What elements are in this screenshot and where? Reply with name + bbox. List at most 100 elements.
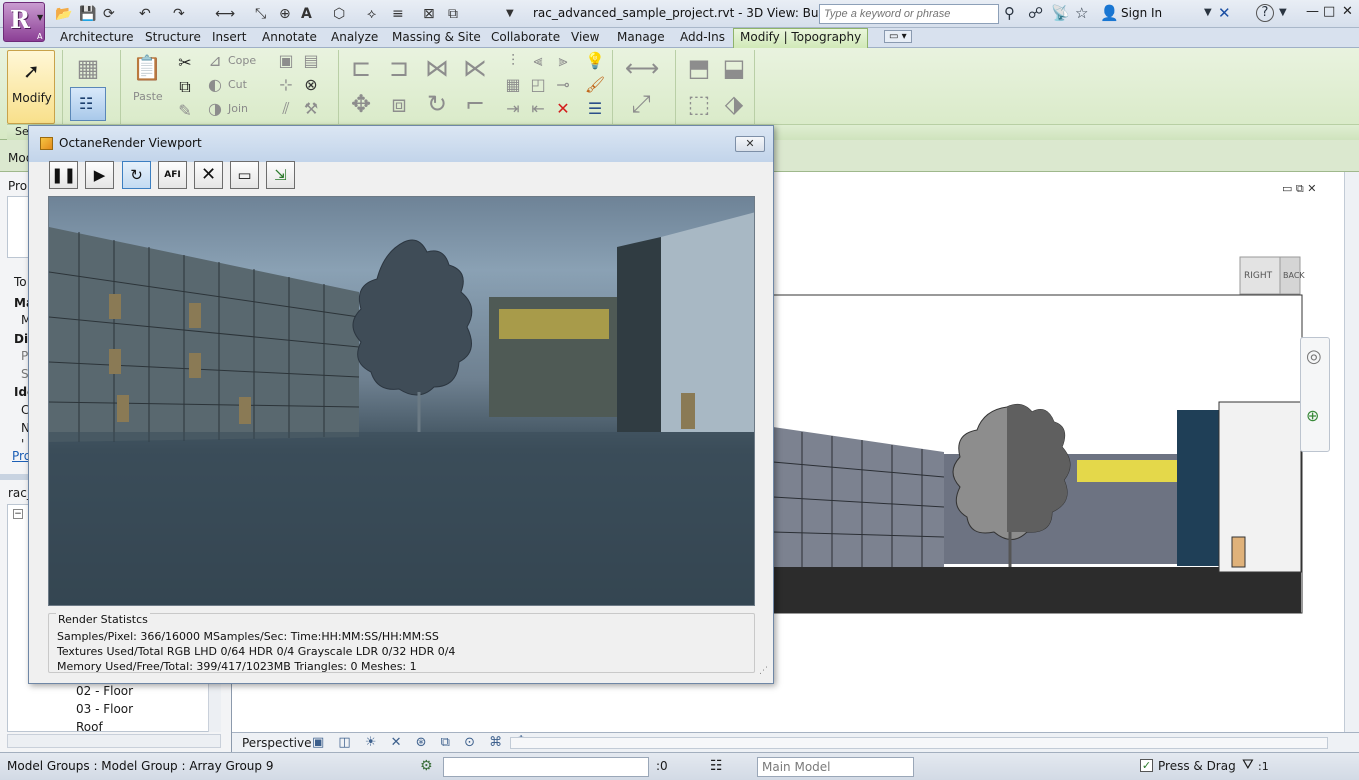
rotate-icon[interactable]: ↻ xyxy=(421,88,453,120)
join-icon[interactable]: ◑ xyxy=(204,98,226,120)
help-search-input[interactable] xyxy=(819,4,999,24)
view-control-icons[interactable]: ▣ ◫ ☀ ✕ ⊛ ⧉ ⊙ ⌘ ♁ xyxy=(312,735,531,750)
wall-joins-icon[interactable]: ⊹ xyxy=(275,74,297,96)
trim-extend-icon[interactable]: ⇥ xyxy=(502,98,524,120)
binoculars-icon[interactable]: ⚲ xyxy=(1004,4,1015,22)
workset-dropdown[interactable] xyxy=(443,757,649,777)
trim-icon[interactable]: ⌐ xyxy=(459,88,491,120)
switch-windows-icon[interactable]: ⧉ xyxy=(448,5,458,23)
sync-icon[interactable]: ⟳ xyxy=(103,5,115,23)
zoom-region-icon[interactable]: ⊕ xyxy=(1306,406,1319,425)
offset-icon[interactable]: ⚒ xyxy=(300,98,322,120)
tree-collapse-icon[interactable]: − xyxy=(13,509,23,519)
move-icon[interactable]: ✥ xyxy=(345,88,377,120)
paste-icon[interactable]: 📋 xyxy=(131,52,163,84)
steering-wheel-icon[interactable]: ◎ xyxy=(1306,346,1322,367)
align-tool-icon[interactable]: ⊏ xyxy=(345,52,377,84)
cut-label[interactable]: Cut xyxy=(228,78,247,91)
line-weight-icon[interactable]: ☰ xyxy=(584,98,606,120)
tab-annotate[interactable]: Annotate xyxy=(262,30,317,44)
view-vertical-scrollbar[interactable] xyxy=(1344,172,1359,732)
text-icon[interactable]: A xyxy=(301,5,312,23)
extend-icon[interactable]: ⇤ xyxy=(527,98,549,120)
paint-icon[interactable]: ▤ xyxy=(300,50,322,72)
tag-icon[interactable]: ⊕ xyxy=(279,5,291,23)
maximize-icon[interactable]: □ xyxy=(1323,4,1335,19)
modify-button[interactable]: ➚ Modify xyxy=(7,50,55,124)
split-gap-icon[interactable]: ⫷ xyxy=(527,50,549,72)
tree-item[interactable]: 03 - Floor xyxy=(76,702,133,716)
octane-title-bar[interactable]: OctaneRender Viewport ✕ xyxy=(29,126,773,162)
resize-grip-icon[interactable]: ⋰ xyxy=(759,666,768,676)
tab-view[interactable]: View xyxy=(571,30,599,44)
subscription-icon[interactable]: ☍ xyxy=(1028,4,1043,22)
save-icon[interactable]: 💾 xyxy=(79,5,96,23)
tab-manage[interactable]: Manage xyxy=(617,30,665,44)
autofocus-button[interactable]: AFI xyxy=(158,161,187,189)
octane-render-image[interactable] xyxy=(48,196,755,606)
ribbon-minimize-icon[interactable]: ▭ ▾ xyxy=(884,30,912,43)
lightbulb-icon[interactable]: 💡 xyxy=(584,50,606,72)
open-icon[interactable]: 📂 xyxy=(55,5,72,23)
sign-in-link[interactable]: Sign In xyxy=(1121,6,1162,20)
view-horizontal-scrollbar[interactable] xyxy=(510,737,1328,749)
tab-modify-topography[interactable]: Modify | Topography xyxy=(733,28,869,49)
3d-view-icon[interactable]: ⬡ xyxy=(333,5,345,23)
type-properties-icon[interactable]: ▦ xyxy=(72,52,104,84)
tab-structure[interactable]: Structure xyxy=(145,30,201,44)
tree-item[interactable]: 02 - Floor xyxy=(76,684,133,698)
tree-horizontal-scrollbar[interactable] xyxy=(7,734,221,748)
tab-architecture[interactable]: Architecture xyxy=(60,30,133,44)
worksets-icon[interactable]: ⚙ xyxy=(420,758,433,774)
scale-icon[interactable]: ◰ xyxy=(527,74,549,96)
cut-scissors-icon[interactable]: ✂ xyxy=(174,52,196,74)
tab-collaborate[interactable]: Collaborate xyxy=(491,30,560,44)
display-settings-button[interactable]: ▭ xyxy=(230,161,259,189)
copy-icon[interactable]: ⧉ xyxy=(174,76,196,98)
close-icon[interactable]: ✕ xyxy=(1342,4,1353,19)
split-icon[interactable]: ⫶ xyxy=(502,50,524,72)
favorites-star-icon[interactable]: ☆ xyxy=(1075,4,1088,22)
octane-close-button[interactable]: ✕ xyxy=(735,136,765,152)
match-type-icon[interactable]: ✎ xyxy=(174,100,196,122)
stop-render-button[interactable]: ✕ xyxy=(194,161,223,189)
create-assembly-icon[interactable]: ⬗ xyxy=(718,88,750,120)
delete-icon[interactable]: ✕ xyxy=(552,98,574,120)
cut-geometry-icon[interactable]: ◐ xyxy=(204,74,226,96)
export-image-button[interactable]: ⇲ xyxy=(266,161,295,189)
create-similar-icon[interactable]: ⬓ xyxy=(718,52,750,84)
tab-insert[interactable]: Insert xyxy=(212,30,246,44)
application-menu-button[interactable]: R ▼ A xyxy=(3,2,45,42)
mirror-axis-icon[interactable]: ⋈ xyxy=(421,52,453,84)
communication-center-icon[interactable]: 📡 xyxy=(1051,4,1070,22)
design-option-dropdown[interactable]: Main Model xyxy=(757,757,914,777)
copy-element-icon[interactable]: ⧈ xyxy=(383,88,415,120)
mirror-draw-icon[interactable]: ⋉ xyxy=(459,52,491,84)
help-icon[interactable]: ? xyxy=(1256,4,1274,22)
redo-icon[interactable]: ↷ xyxy=(173,5,185,23)
tab-massing-site[interactable]: Massing & Site xyxy=(392,30,481,44)
tree-item[interactable]: Roof xyxy=(76,720,103,734)
restart-render-button[interactable]: ↻ xyxy=(122,161,151,189)
align-icon[interactable]: ⫽ xyxy=(275,98,297,120)
dimension-tool-icon[interactable]: ⤢ xyxy=(625,88,657,120)
thin-lines-icon[interactable]: ≡ xyxy=(392,5,404,23)
unpin-icon[interactable]: ⫸ xyxy=(552,50,574,72)
exchange-apps-icon[interactable]: ✕ xyxy=(1218,4,1231,22)
split-face-icon[interactable]: ▣ xyxy=(275,50,297,72)
array-icon[interactable]: ▦ xyxy=(502,74,524,96)
measure-icon[interactable]: ⟷ xyxy=(215,5,235,23)
paintbrush-icon[interactable]: 🖌 xyxy=(584,74,606,96)
measure-tool-icon[interactable]: ⟷ xyxy=(625,52,659,84)
chevron-down-icon[interactable]: ▼ xyxy=(1204,4,1212,22)
create-group-icon[interactable]: ⬒ xyxy=(683,52,715,84)
dimension-icon[interactable]: ⤡ xyxy=(255,5,266,23)
cope-label[interactable]: Cope xyxy=(228,54,256,67)
chevron-down-icon[interactable]: ▼ xyxy=(1279,4,1287,22)
minimize-icon[interactable]: — xyxy=(1306,4,1319,19)
design-options-icon[interactable]: ☷ xyxy=(710,758,723,774)
tab-analyze[interactable]: Analyze xyxy=(331,30,378,44)
customize-qat-icon[interactable]: ▼ xyxy=(506,5,514,23)
filter-icon[interactable]: ⛛ xyxy=(1242,757,1254,773)
tab-add-ins[interactable]: Add-Ins xyxy=(680,30,725,44)
